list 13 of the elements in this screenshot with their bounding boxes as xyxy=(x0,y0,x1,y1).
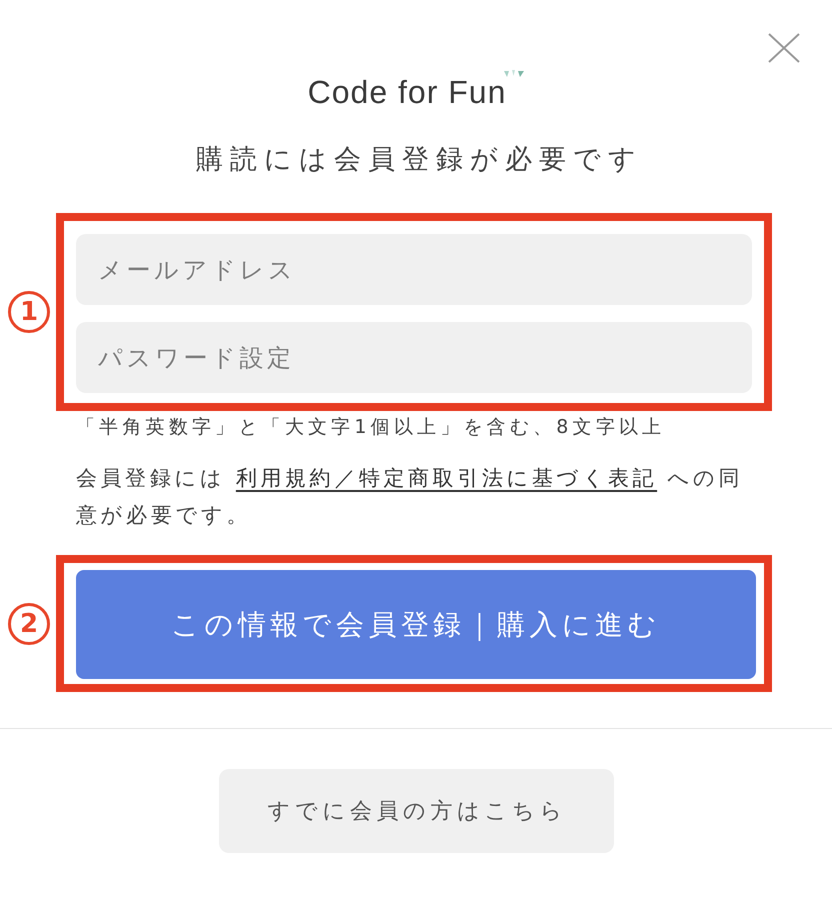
close-button[interactable] xyxy=(768,33,800,63)
step-marker: 1 xyxy=(8,291,50,333)
input-field[interactable]: パスワード設定 xyxy=(76,322,752,393)
terms-link[interactable]: 利用規約／特定商取引法に基づく表記 xyxy=(236,466,658,490)
password-hint: 「半角英数字」と「大文字1個以上」を含む、8文字以上 xyxy=(75,415,666,440)
dialog-heading: 購読には会員登録が必要です xyxy=(195,143,644,177)
close-icon xyxy=(768,33,800,63)
logo-text: Code for Fun xyxy=(308,76,506,108)
login-button[interactable]: すでに会員の方はこちら xyxy=(218,769,614,853)
register-button[interactable]: この情報で会員登録｜購入に進む xyxy=(76,570,756,679)
step-marker: 2 xyxy=(8,602,50,644)
terms-text: 会員登録には 利用規約／特定商取引法に基づく表記 への同意が必要です。 xyxy=(75,465,744,529)
input-field[interactable]: メールアドレス xyxy=(76,234,752,305)
